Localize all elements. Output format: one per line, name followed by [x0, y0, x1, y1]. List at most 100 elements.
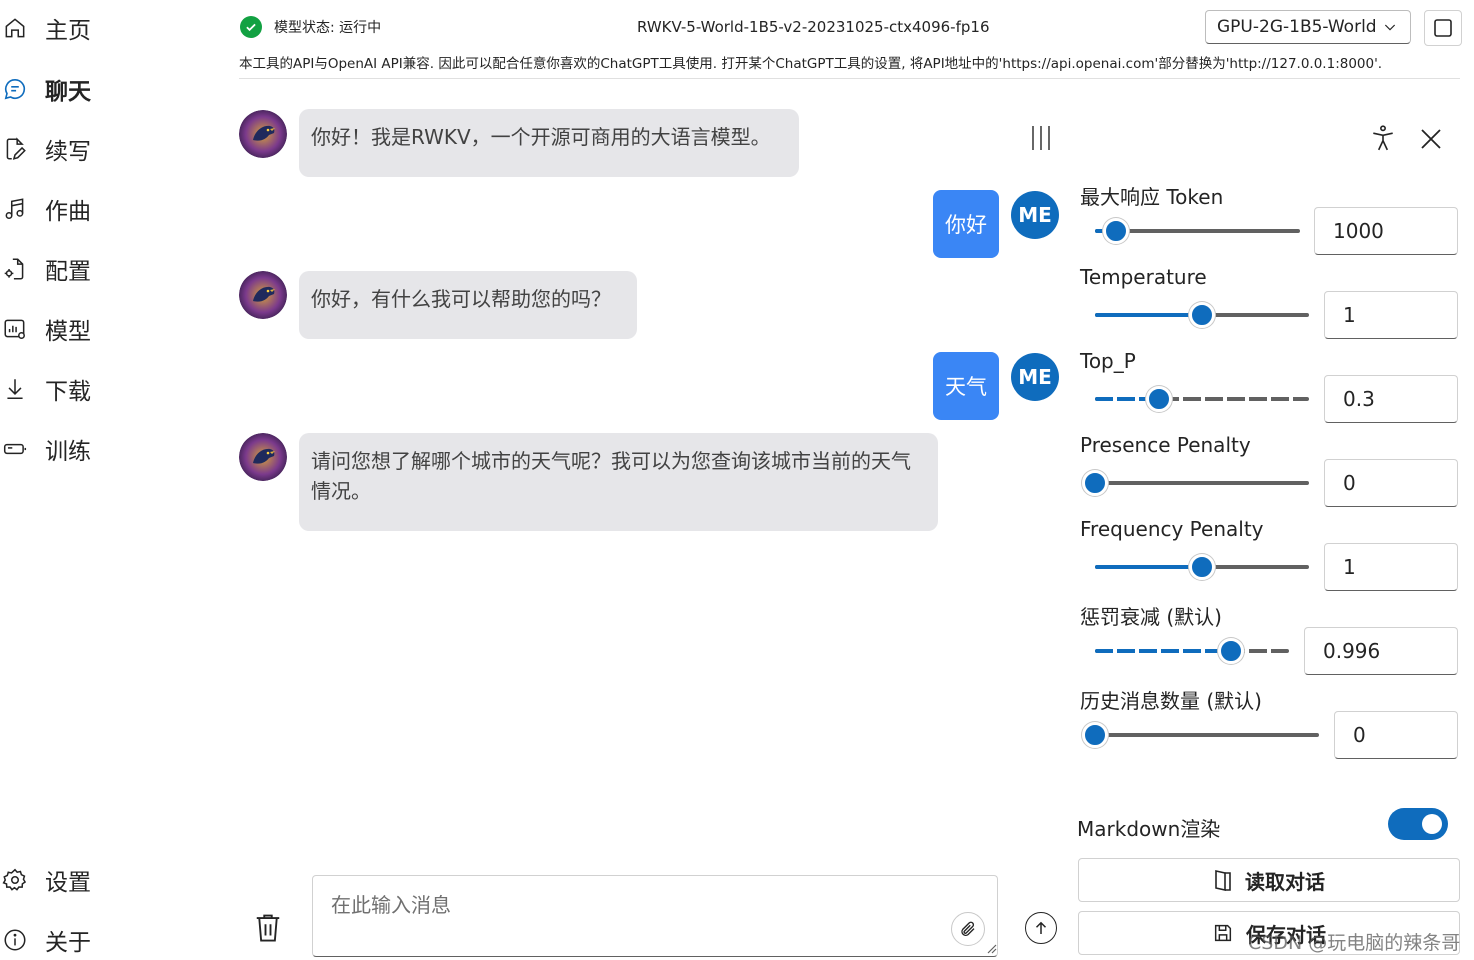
slider-thumb[interactable]: [1189, 302, 1215, 328]
save-icon: [1214, 924, 1232, 942]
slider-thumb[interactable]: [1103, 218, 1129, 244]
sidebar-item-settings[interactable]: 设置: [0, 860, 220, 900]
header-divider: [239, 78, 1460, 79]
bot-avatar: [239, 110, 287, 158]
drag-handle-icon[interactable]: [1030, 124, 1052, 156]
book-open-icon: [1215, 870, 1231, 891]
temperature-slider[interactable]: [1095, 302, 1309, 328]
markdown-toggle-label: Markdown渲染: [1077, 817, 1221, 841]
slider-thumb[interactable]: [1082, 722, 1108, 748]
bot-avatar: [239, 433, 287, 481]
user-avatar: ME: [1011, 353, 1059, 401]
user-message: 天气: [933, 352, 999, 420]
read-conversation-button[interactable]: 读取对话: [1078, 858, 1460, 902]
paperclip-icon: [961, 921, 975, 936]
sidebar-item-models[interactable]: 模型: [0, 309, 220, 349]
watermark: CSDN @玩电脑的辣条哥: [1248, 932, 1461, 954]
slider-thumb[interactable]: [1146, 386, 1172, 412]
sidebar-item-label: 关于: [45, 930, 91, 956]
model-config-select[interactable]: GPU-2G-1B5-World: [1205, 10, 1411, 44]
sidebar-item-continuation[interactable]: 续写: [0, 129, 220, 169]
settings-icon: [2, 868, 27, 891]
sidebar-item-label: 配置: [45, 259, 91, 285]
temperature-input[interactable]: 1: [1324, 291, 1458, 339]
temperature-label: Temperature: [1080, 265, 1207, 289]
frequency-penalty-input[interactable]: 1: [1324, 543, 1458, 591]
max-tokens-input[interactable]: 1000: [1314, 207, 1458, 255]
penalty-decay-slider[interactable]: [1095, 638, 1289, 664]
sidebar-item-label: 作曲: [45, 199, 91, 225]
bot-message: 你好！我是RWKV，一个开源可商用的大语言模型。: [299, 109, 799, 177]
sidebar-item-label: 主页: [45, 18, 91, 44]
max-tokens-label: 最大响应 Token: [1080, 185, 1224, 209]
sidebar-item-config[interactable]: 配置: [0, 249, 220, 289]
sidebar-item-home[interactable]: 主页: [0, 8, 220, 48]
trash-icon: [256, 914, 280, 942]
markdown-toggle[interactable]: [1388, 808, 1448, 840]
penalty-decay-label: 惩罚衰减 (默认): [1080, 605, 1222, 629]
history-count-input[interactable]: 0: [1334, 711, 1458, 759]
slider-track: [1095, 481, 1309, 485]
stop-square-button[interactable]: [1424, 10, 1462, 46]
sidebar-item-chat[interactable]: 聊天: [0, 69, 220, 109]
slider-fill: [1095, 313, 1202, 317]
frequency-penalty-slider[interactable]: [1095, 554, 1309, 580]
chevron-down-icon: [1384, 24, 1396, 31]
accessibility-icon[interactable]: [1370, 124, 1396, 156]
history-count-label: 历史消息数量 (默认): [1080, 689, 1262, 713]
bot-message: 请问您想了解哪个城市的天气呢？我可以为您查询该城市当前的天气情况。: [299, 433, 938, 531]
sidebar-item-label: 续写: [45, 139, 91, 165]
top-p-slider[interactable]: [1095, 386, 1309, 412]
penalty-decay-input[interactable]: 0.996: [1304, 627, 1458, 675]
send-button[interactable]: [1025, 912, 1057, 944]
message-placeholder: 在此输入消息: [331, 893, 451, 917]
model-status: 模型状态: 运行中: [240, 16, 381, 38]
sidebar-item-label: 下载: [45, 379, 91, 405]
clear-chat-button[interactable]: [253, 911, 283, 949]
slider-track: [1095, 733, 1319, 737]
presence-penalty-slider[interactable]: [1082, 470, 1309, 496]
close-panel-button[interactable]: [1420, 128, 1442, 154]
presence-penalty-label: Presence Penalty: [1080, 433, 1251, 457]
chat-icon: [4, 78, 26, 100]
music-note-icon: [5, 198, 24, 219]
sidebar-item-training[interactable]: 训练: [0, 429, 220, 469]
user-avatar: ME: [1011, 191, 1059, 239]
sidebar-item-composition[interactable]: 作曲: [0, 189, 220, 229]
model-config-value: GPU-2G-1B5-World: [1217, 17, 1377, 37]
resize-grip-icon[interactable]: [985, 942, 997, 954]
download-icon: [7, 379, 23, 399]
sidebar-item-label: 聊天: [45, 79, 91, 105]
message-input[interactable]: 在此输入消息: [312, 875, 998, 957]
document-settings-icon: [4, 258, 24, 280]
sidebar-item-label: 模型: [45, 319, 91, 345]
sidebar-item-download[interactable]: 下载: [0, 369, 220, 409]
top-p-label: Top_P: [1080, 349, 1136, 373]
bot-message: 你好，有什么我可以帮助您的吗？: [299, 271, 637, 339]
max-tokens-slider[interactable]: [1095, 218, 1300, 244]
sidebar-item-label: 训练: [45, 439, 91, 465]
arrow-up-icon: [1035, 921, 1047, 934]
info-icon: [4, 929, 26, 951]
close-icon: [1421, 129, 1441, 149]
slider-thumb[interactable]: [1218, 638, 1244, 664]
slider-fill: [1095, 649, 1231, 653]
slider-thumb[interactable]: [1082, 470, 1108, 496]
bot-avatar: [239, 271, 287, 319]
user-message: 你好: [933, 190, 999, 258]
battery-icon: [3, 443, 27, 455]
data-settings-icon: [4, 319, 25, 339]
history-count-slider[interactable]: [1082, 722, 1319, 748]
slider-thumb[interactable]: [1189, 554, 1215, 580]
document-edit-icon: [6, 137, 26, 160]
home-icon: [5, 18, 25, 38]
frequency-penalty-label: Frequency Penalty: [1080, 517, 1264, 541]
model-name: RWKV-5-World-1B5-v2-20231025-ctx4096-fp1…: [637, 18, 990, 36]
sidebar-item-about[interactable]: 关于: [0, 920, 220, 960]
square-icon: [1434, 19, 1452, 37]
read-conversation-label: 读取对话: [1245, 869, 1325, 894]
attach-button[interactable]: [951, 912, 985, 946]
status-text: 模型状态: 运行中: [274, 20, 382, 36]
top-p-input[interactable]: 0.3: [1324, 375, 1458, 423]
presence-penalty-input[interactable]: 0: [1324, 459, 1458, 507]
